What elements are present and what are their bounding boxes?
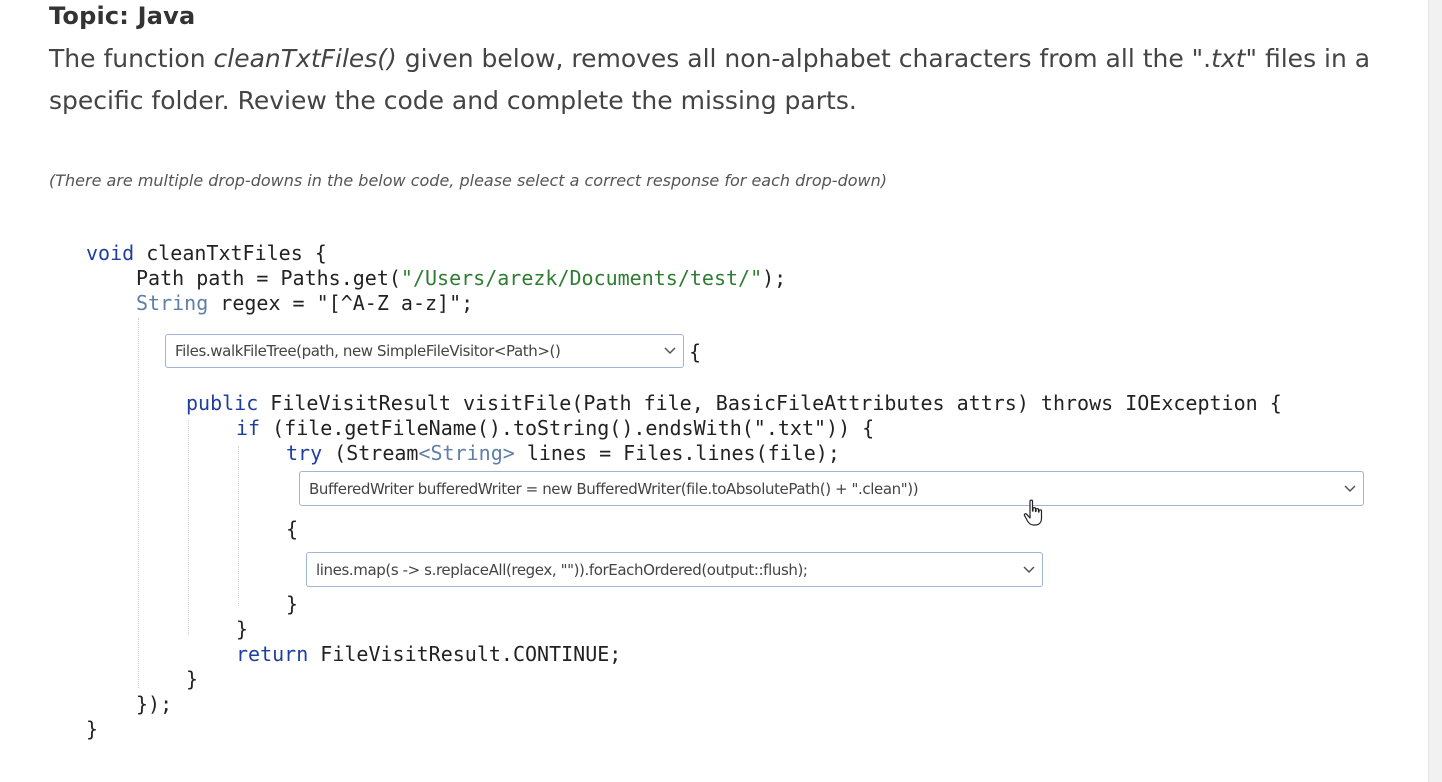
- page-scrollbar-edge: [1428, 0, 1442, 782]
- dropdown-value: Files.walkFileTree(path, new SimpleFileV…: [175, 342, 561, 360]
- topic-heading: Topic: Java: [49, 2, 196, 30]
- indent-guide: [188, 420, 189, 635]
- code-line: {: [286, 517, 299, 541]
- code-line: String regex = "[^A-Z a-z]";: [136, 291, 474, 315]
- walk-file-tree-dropdown[interactable]: Files.walkFileTree(path, new SimpleFileV…: [165, 334, 684, 368]
- code-line: {: [689, 340, 702, 364]
- code-line: }: [236, 617, 249, 641]
- lines-map-dropdown[interactable]: lines.map(s -> s.replaceAll(regex, "")).…: [306, 552, 1043, 587]
- code-line: try (Stream<String> lines = Files.lines(…: [286, 441, 840, 465]
- function-name: cleanTxtFiles(): [213, 44, 397, 73]
- code-line: return FileVisitResult.CONTINUE;: [236, 642, 622, 666]
- question-text: The function cleanTxtFiles() given below…: [49, 44, 1371, 115]
- code-line: void cleanTxtFiles {: [86, 241, 327, 265]
- dropdown-value: lines.map(s -> s.replaceAll(regex, "")).…: [316, 560, 808, 579]
- indent-guide: [138, 318, 139, 688]
- code-line: }: [286, 592, 299, 616]
- chevron-down-icon: [1343, 482, 1357, 496]
- hand-pointer-cursor-icon: [1023, 499, 1043, 526]
- code-line: if (file.getFileName().toString().endsWi…: [236, 416, 875, 440]
- question-card: Topic: Java The function cleanTxtFiles()…: [0, 0, 1428, 782]
- code-line: Path path = Paths.get("/Users/arezk/Docu…: [136, 266, 787, 290]
- dropdown-value: BufferedWriter bufferedWriter = new Buff…: [309, 479, 919, 498]
- buffered-writer-dropdown[interactable]: BufferedWriter bufferedWriter = new Buff…: [299, 471, 1364, 506]
- code-line: public FileVisitResult visitFile(Path fi…: [186, 391, 1282, 415]
- file-extension: txt: [1211, 44, 1246, 73]
- indent-guide: [238, 446, 239, 606]
- code-line: }: [86, 717, 99, 741]
- chevron-down-icon: [663, 344, 677, 358]
- code-line: }: [186, 667, 199, 691]
- code-line: });: [136, 692, 173, 716]
- instruction-hint: (There are multiple drop-downs in the be…: [49, 171, 887, 190]
- chevron-down-icon: [1022, 563, 1036, 577]
